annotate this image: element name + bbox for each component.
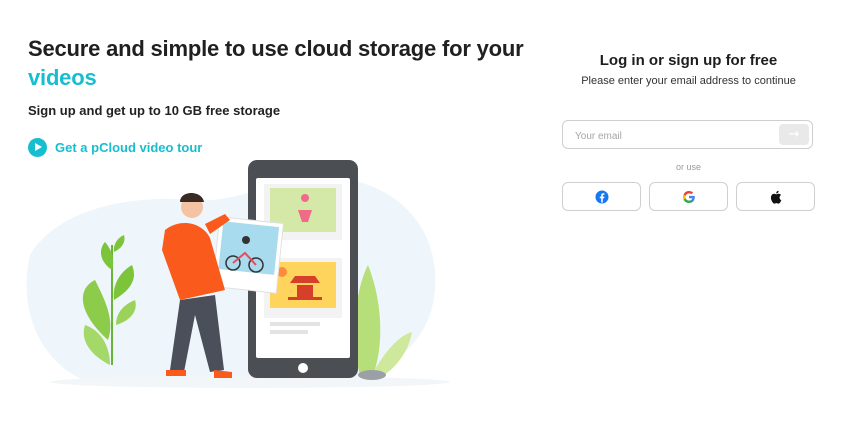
email-field[interactable] — [573, 127, 777, 145]
or-use-label: or use — [675, 162, 701, 172]
facebook-icon — [595, 190, 608, 203]
continue-arrow-button[interactable]: → — [779, 124, 809, 145]
login-subtitle: Please enter your email address to conti… — [581, 75, 796, 87]
page-title-text: Secure and simple to use cloud storage f… — [28, 36, 524, 61]
storage-subtitle: Sign up and get up to 10 GB free storage — [28, 103, 281, 118]
google-login-button[interactable] — [649, 182, 728, 211]
apple-login-button[interactable] — [736, 182, 815, 211]
google-icon — [682, 190, 695, 203]
apple-icon — [770, 190, 782, 204]
hero-heading-block: Secure and simple to use cloud storage f… — [28, 34, 528, 92]
photo-card-illustration — [211, 216, 285, 294]
hero-illustration — [26, 160, 450, 388]
email-field-wrapper: → — [562, 120, 813, 149]
ground-shadow — [50, 376, 450, 388]
page-title: Secure and simple to use cloud storage f… — [28, 34, 528, 92]
facebook-login-button[interactable] — [562, 182, 641, 211]
login-panel: Log in or sign up for free Please enter … — [562, 50, 815, 87]
social-login-buttons — [562, 182, 815, 211]
page-title-accent: videos — [28, 65, 97, 90]
login-title: Log in or sign up for free — [599, 52, 778, 69]
